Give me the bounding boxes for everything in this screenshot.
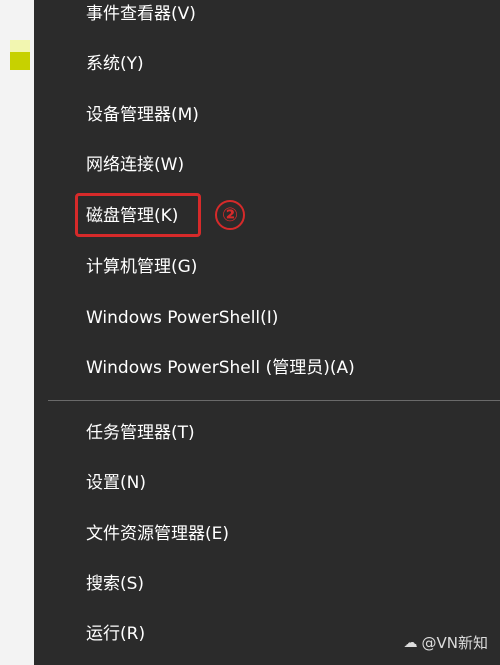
menu-item-computer-management[interactable]: 计算机管理(G) [86,255,197,279]
menu-separator [48,400,500,401]
menu-item-network-connections[interactable]: 网络连接(W) [86,153,184,177]
desktop-highlight-strong [10,52,30,70]
menu-item-file-explorer[interactable]: 文件资源管理器(E) [86,522,229,546]
step-number-badge: ② [215,200,245,230]
context-menu: 事件查看器(V) 系统(Y) 设备管理器(M) 网络连接(W) 磁盘管理(K) … [34,0,500,665]
desktop-edge [0,0,34,665]
watermark-text: @VN新知 [421,634,488,652]
menu-item-device-manager[interactable]: 设备管理器(M) [86,103,199,127]
menu-item-task-manager[interactable]: 任务管理器(T) [86,421,195,445]
menu-item-system[interactable]: 系统(Y) [86,52,144,76]
menu-item-run[interactable]: 运行(R) [86,622,145,646]
menu-item-powershell-admin[interactable]: Windows PowerShell (管理员)(A) [86,356,355,380]
highlight-box [75,193,201,237]
menu-item-settings[interactable]: 设置(N) [86,471,146,495]
menu-item-search[interactable]: 搜索(S) [86,572,144,596]
menu-item-event-viewer[interactable]: 事件查看器(V) [86,2,196,26]
weibo-icon: ☁ [403,634,418,651]
menu-item-powershell[interactable]: Windows PowerShell(I) [86,306,278,330]
watermark: ☁ @VN新知 [404,632,488,653]
